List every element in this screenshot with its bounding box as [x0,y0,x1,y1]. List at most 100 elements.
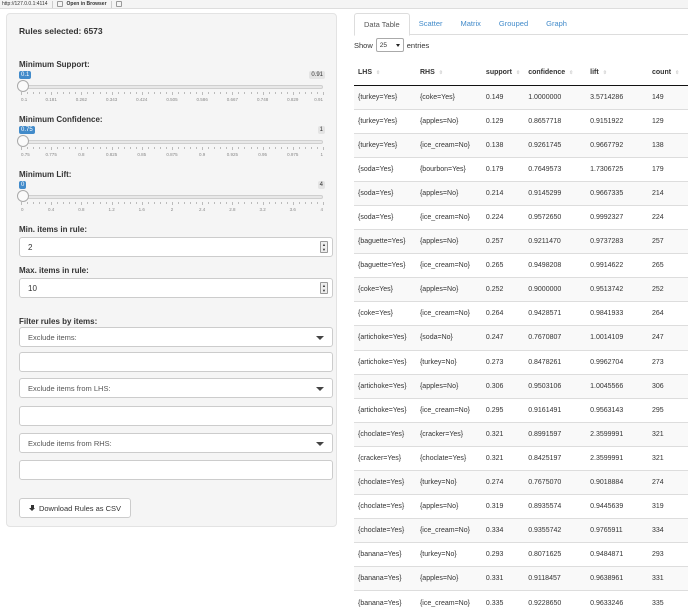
browser-toolbar: http://127.0.0.1:4114 Open in Browser [0,0,688,9]
table-row[interactable]: {choclate=Yes} {ice_cream=No} 0.334 0.93557… [354,518,688,543]
url-text[interactable]: http://127.0.0.1:4114 [2,1,48,7]
table-row[interactable]: {banana=Yes} {ice_cream=No} 0.335 0.9228650… [354,590,688,615]
table-row[interactable]: {soda=Yes} {ice_cream=No} 0.224 0.9572650 0.… [354,204,688,230]
slider-tick [39,202,41,204]
header-count[interactable]: count ⇳ [648,61,688,86]
confidence-cell: 0.9161491 [524,397,587,423]
exclude-lhs-input[interactable] [19,406,333,426]
max-items-input[interactable]: 10 ▲ ▼ [19,278,333,298]
min-lift-slider[interactable]: 0 4 0 0.4 0.8 1.2 1.6 2 2.4 2.8 3.2 3.6 4 [17,181,325,221]
slider-tick-label: 0.505 [166,97,178,102]
count-cell: 334 [648,518,688,543]
tab-matrix[interactable]: Matrix [452,13,490,35]
slider-tick [244,92,246,94]
table-row[interactable]: {turkey=Yes} {coke=Yes} 0.149 1.0000000 3.57… [354,84,688,110]
slider-tick [51,92,53,95]
slider-tick [57,202,59,204]
slider-tick [323,147,324,150]
table-row[interactable]: {soda=Yes} {apples=No} 0.214 0.9145299 0.966… [354,180,688,206]
lhs-cell: {banana=Yes} [354,590,416,615]
min-confidence-slider[interactable]: 0.75 1 0.75 0.775 0.8 0.825 0.85 0.875 0.9 0.92… [17,126,325,166]
slider-tick [316,147,318,149]
slider-track[interactable] [21,140,323,144]
slider-handle[interactable] [17,135,29,147]
rhs-cell: {cracker=Yes} [415,421,482,447]
slider-tick [232,202,234,205]
table-row[interactable]: {turkey=Yes} {ice_cream=No} 0.138 0.9261745… [354,132,688,158]
rules-table: LHS ⇳ RHS ⇳ support ⇳ confidence ⇳ lift ⇳ cou… [354,61,688,615]
table-row[interactable]: {artichoke=Yes} {ice_cream=No} 0.295 0.9161… [354,397,688,423]
slider-min-value: 0 [19,181,27,189]
table-row[interactable]: {artichoke=Yes} {apples=No} 0.306 0.9503106… [354,373,688,399]
header-rhs[interactable]: RHS ⇳ [415,61,482,86]
slider-tick [250,92,252,94]
table-row[interactable]: {baguette=Yes} {ice_cream=No} 0.265 0.94982… [354,253,688,278]
confidence-cell: 1.0000000 [524,84,587,110]
table-row[interactable]: {banana=Yes} {apples=No} 0.331 0.9118457 0.9… [354,566,688,591]
tab-graph[interactable]: Graph [537,13,576,35]
slider-tick [220,147,222,149]
entries-select[interactable]: 25 [375,38,404,52]
rhs-cell: {ice_cream=No} [415,132,482,158]
table-row[interactable]: {choclate=Yes} {turkey=No} 0.274 0.7675070 0… [354,469,688,495]
exclude-rhs-select[interactable]: Exclude items from RHS: [19,433,333,453]
max-items-value: 10 [28,284,37,293]
browser-icon [56,1,63,7]
rhs-cell: {apples=No} [415,566,482,591]
support-cell: 0.214 [481,180,525,206]
download-csv-button[interactable]: Download Rules as CSV [19,498,131,518]
tab-data-table[interactable]: Data Table [354,13,410,36]
min-items-stepper[interactable]: ▲ ▼ [320,241,328,253]
slider-tick-label: 0.8 [78,207,85,212]
slider-tick-label: 1.6 [138,207,145,212]
header-lhs[interactable]: LHS ⇳ [354,61,416,86]
slider-handle[interactable] [17,190,29,202]
refresh-icon[interactable] [115,1,122,7]
table-row[interactable]: {baguette=Yes} {apples=No} 0.257 0.9211470 0… [354,229,688,254]
table-row[interactable]: {choclate=Yes} {apples=No} 0.319 0.8935574 0… [354,494,688,519]
lift-cell: 1.0045566 [586,373,648,399]
lift-cell: 0.9445639 [586,494,648,519]
tab-grouped[interactable]: Grouped [490,13,537,35]
tab-scatter[interactable]: Scatter [410,13,452,35]
table-row[interactable]: {artichoke=Yes} {soda=No} 0.247 0.7670807 1.… [354,325,688,351]
count-cell: 224 [648,204,688,230]
table-row[interactable]: {coke=Yes} {ice_cream=No} 0.264 0.9428571 0.… [354,301,688,326]
support-cell: 0.331 [481,566,525,591]
header-confidence[interactable]: confidence ⇳ [524,61,587,86]
table-row[interactable]: {coke=Yes} {apples=No} 0.252 0.9000000 0.951… [354,277,688,302]
slider-track[interactable] [21,85,323,89]
chevron-down-icon [316,387,324,391]
open-in-browser-button[interactable]: Open in Browser [67,1,107,7]
header-lift[interactable]: lift ⇳ [586,61,648,86]
min-items-input[interactable]: 2 ▲ ▼ [19,237,333,257]
header-support[interactable]: support ⇳ [481,61,525,86]
rhs-cell: {soda=No} [415,325,482,351]
exclude-lhs-select[interactable]: Exclude items from LHS: [19,378,333,398]
rhs-cell: {apples=No} [415,494,482,519]
table-row[interactable]: {choclate=Yes} {cracker=Yes} 0.321 0.899159… [354,421,688,447]
exclude-items-input[interactable] [19,352,333,372]
slider-tick [256,92,258,94]
exclude-rhs-input[interactable] [19,460,333,480]
slider-tick [159,202,161,204]
support-cell: 0.335 [481,590,525,615]
table-row[interactable]: {artichoke=Yes} {turkey=No} 0.273 0.8478261… [354,349,688,375]
table-row[interactable]: {cracker=Yes} {choclate=Yes} 0.321 0.842519… [354,445,688,471]
table-row[interactable]: {banana=Yes} {turkey=No} 0.293 0.8071625 0.9… [354,542,688,567]
lhs-cell: {soda=Yes} [354,156,416,182]
max-items-stepper[interactable]: ▲ ▼ [320,282,328,294]
table-row[interactable]: {soda=Yes} {bourbon=Yes} 0.179 0.7649573 1.7… [354,156,688,182]
slider-tick [45,147,47,149]
table-row[interactable]: {turkey=Yes} {apples=No} 0.129 0.8657718 0.9… [354,108,688,134]
confidence-cell: 0.7675070 [524,469,587,495]
slider-handle[interactable] [17,80,29,92]
slider-tick [93,202,95,204]
slider-tick [178,147,180,149]
slider-tick [274,92,276,94]
min-support-slider[interactable]: 0.1 0.91 0.1 0.181 0.262 0.343 0.424 0.505 0.5… [17,71,325,111]
slider-track[interactable] [21,195,323,199]
slider-tick-label: 0.85 [137,152,147,157]
exclude-items-select[interactable]: Exclude items: [19,327,333,347]
slider-tick [105,147,107,149]
